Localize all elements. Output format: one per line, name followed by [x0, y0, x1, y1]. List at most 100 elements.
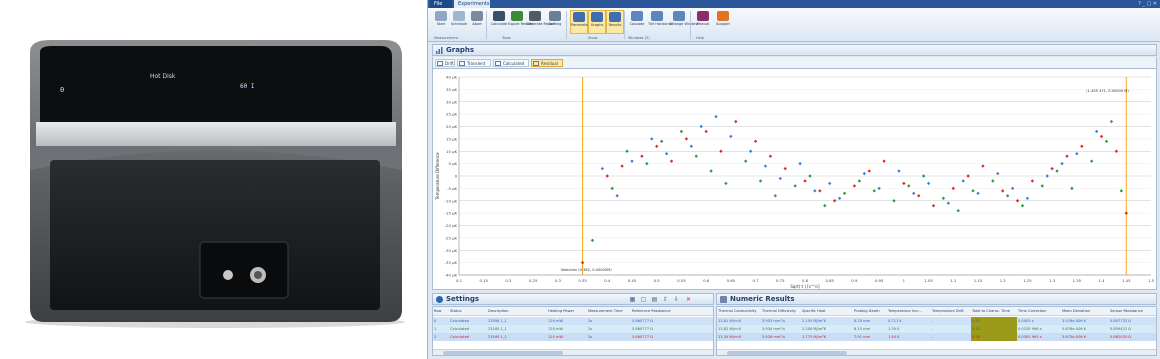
report-button[interactable]: Generate Report: [526, 10, 556, 34]
tab-label: Calculated: [503, 61, 525, 66]
data-point: [818, 189, 822, 193]
column-header[interactable]: Temperature Incr...: [887, 307, 931, 316]
column-header[interactable]: Description: [487, 307, 547, 316]
graph-tabs: Drift Transient Calculated Residual: [432, 57, 1157, 68]
delete-icon[interactable]: ✕: [685, 296, 692, 303]
x-tick-label: 1.25: [1023, 278, 1032, 283]
x-tick-label: 0.95: [875, 278, 884, 283]
column-header[interactable]: Thermal Conductivity: [717, 307, 761, 316]
column-header[interactable]: Temperature Drift: [931, 307, 971, 316]
column-header[interactable]: Total to Charac. Time: [971, 307, 1017, 316]
data-point: [892, 199, 896, 203]
table-cell: 0.28: [971, 333, 1017, 341]
table-cell: 3.673e-006 K: [1062, 335, 1087, 339]
window-controls-icon[interactable]: ? _ □ ✕: [1138, 1, 1157, 7]
tab-drift[interactable]: Drift: [435, 59, 455, 67]
column-header[interactable]: Probing Depth: [853, 307, 887, 316]
results-button[interactable]: Results: [606, 10, 624, 34]
scrollbar-thumb[interactable]: [727, 351, 847, 355]
menu-experiments[interactable]: Experiments: [454, 0, 490, 8]
schedule-button[interactable]: Schedule: [450, 10, 468, 34]
export-button[interactable]: Export Results: [508, 10, 533, 34]
tab-label: Transient: [467, 61, 486, 66]
abort-label: Abort: [472, 22, 482, 26]
menu-file[interactable]: File: [430, 0, 452, 8]
data-point: [907, 184, 911, 188]
start-button[interactable]: Start: [432, 10, 450, 34]
residual-chart: 40 µK 35 µK 30 µK 25 µK 20 µK 15 µK 10 µK 5 µK 0…: [432, 68, 1157, 290]
manual-button[interactable]: Manual: [694, 10, 712, 34]
table-cell: 120 mW: [548, 327, 564, 331]
y-tick-label: 20 µK: [446, 124, 457, 129]
manual-label: Manual: [696, 22, 710, 26]
cascade-button[interactable]: Cascade: [628, 10, 646, 34]
table-cell: 2: [434, 335, 437, 339]
results-icon: [609, 12, 621, 22]
column-header[interactable]: Status: [449, 307, 487, 316]
parameters-button[interactable]: Parameters: [570, 10, 591, 34]
column-header[interactable]: Thermal Diffusivity: [761, 307, 801, 316]
ribbon-toolbar: Start Schedule Abort Calculate Export Result…: [428, 8, 1160, 42]
graphs-button[interactable]: Graphs: [588, 10, 606, 34]
copy-icon[interactable]: ▤: [651, 296, 658, 303]
column-header[interactable]: Measurement Time: [587, 307, 631, 316]
calculate-button[interactable]: Calculate: [490, 10, 508, 34]
x-tick-label: 0.85: [825, 278, 834, 283]
cascade-icon: [631, 11, 643, 21]
spreadsheet-icon[interactable]: ▦: [629, 296, 636, 303]
table-row[interactable]: 1 Calculated 23160 1_1 120 mW 2s 5.860777 Ω: [433, 325, 713, 333]
y-tick-label: -25 µK: [445, 235, 458, 240]
tab-calculated[interactable]: Calculated: [493, 59, 529, 67]
x-tick-label: 1.5: [1148, 278, 1155, 283]
y-tick-label: -15 µK: [445, 211, 458, 216]
y-tick-label: 5 µK: [448, 161, 457, 166]
column-header[interactable]: Sensor Resistance: [1109, 307, 1156, 316]
change-window-button[interactable]: Change Window: [670, 10, 698, 34]
data-point: [966, 174, 970, 178]
data-point: [991, 179, 995, 183]
data-point: [902, 181, 906, 186]
column-header[interactable]: Mean Deviation: [1061, 307, 1109, 316]
tab-transient[interactable]: Transient: [457, 59, 491, 67]
table-cell: 5.860777 Ω: [632, 327, 654, 331]
x-tick-label: 1.2: [1000, 278, 1007, 283]
tile-button[interactable]: Tile Horizontal: [648, 10, 673, 34]
table-cell: 13,81 W/m·K: [718, 319, 742, 323]
data-point: [758, 179, 763, 183]
horizontal-scrollbar[interactable]: [717, 349, 1156, 355]
table-row[interactable]: 13,34 W/m·K 3.926 mm²/s 1.775 MJ/m³K 7.91 m…: [717, 333, 1156, 341]
table-row[interactable]: 13,81 W/m·K 3.953 mm²/s 2.155 MJ/m³K 8.20 m…: [717, 317, 1156, 325]
abort-button[interactable]: Abort: [468, 10, 486, 34]
horizontal-scrollbar[interactable]: [433, 349, 713, 355]
table-cell: 1: [434, 327, 437, 331]
column-header[interactable]: Time Correction: [1017, 307, 1061, 316]
table-cell: 1.39 K: [888, 327, 900, 331]
settings-table: Row Status Description Heating Power Measure…: [432, 306, 714, 356]
start-label: Start: [436, 22, 446, 26]
data-point: [655, 144, 659, 148]
graphs-title: Graphs: [446, 46, 475, 54]
move-down-icon[interactable]: ⇩: [673, 296, 680, 303]
x-tick-label: 1.05: [924, 278, 933, 283]
svg-text:60 I: 60 I: [240, 83, 255, 90]
data-point: [1030, 179, 1035, 183]
support-button[interactable]: Support: [714, 10, 732, 34]
table-row[interactable]: 2 Calculated 23160 1_1 120 mW 2s 5.860777 Ω: [433, 333, 713, 341]
column-header[interactable]: Row: [433, 307, 449, 316]
move-up-icon[interactable]: ⇧: [662, 296, 669, 303]
column-header[interactable]: Heating Power: [547, 307, 587, 316]
table-cell: 2s: [588, 319, 593, 323]
data-point: [832, 199, 837, 203]
column-header[interactable]: Reference Resistance: [631, 307, 713, 316]
new-icon[interactable]: ▢: [640, 296, 647, 303]
scrollbar-thumb[interactable]: [443, 351, 563, 355]
table-row[interactable]: 0 Calculated 23098 1_1 120 mW 2s 5.860777 Ω: [433, 317, 713, 325]
column-header[interactable]: Specific Heat: [801, 307, 853, 316]
sorting-button[interactable]: Sorting: [546, 10, 564, 34]
table-row[interactable]: 13,82 W/m·K 3.934 mm²/s 2.208 MJ/m³K 8.15 m…: [717, 325, 1156, 333]
data-point: [1075, 152, 1079, 156]
tab-residual[interactable]: Residual: [531, 59, 563, 67]
sorting-icon: [549, 11, 561, 21]
report-label: Generate Report: [526, 22, 556, 26]
x-tick-label: 0.55: [677, 278, 686, 283]
